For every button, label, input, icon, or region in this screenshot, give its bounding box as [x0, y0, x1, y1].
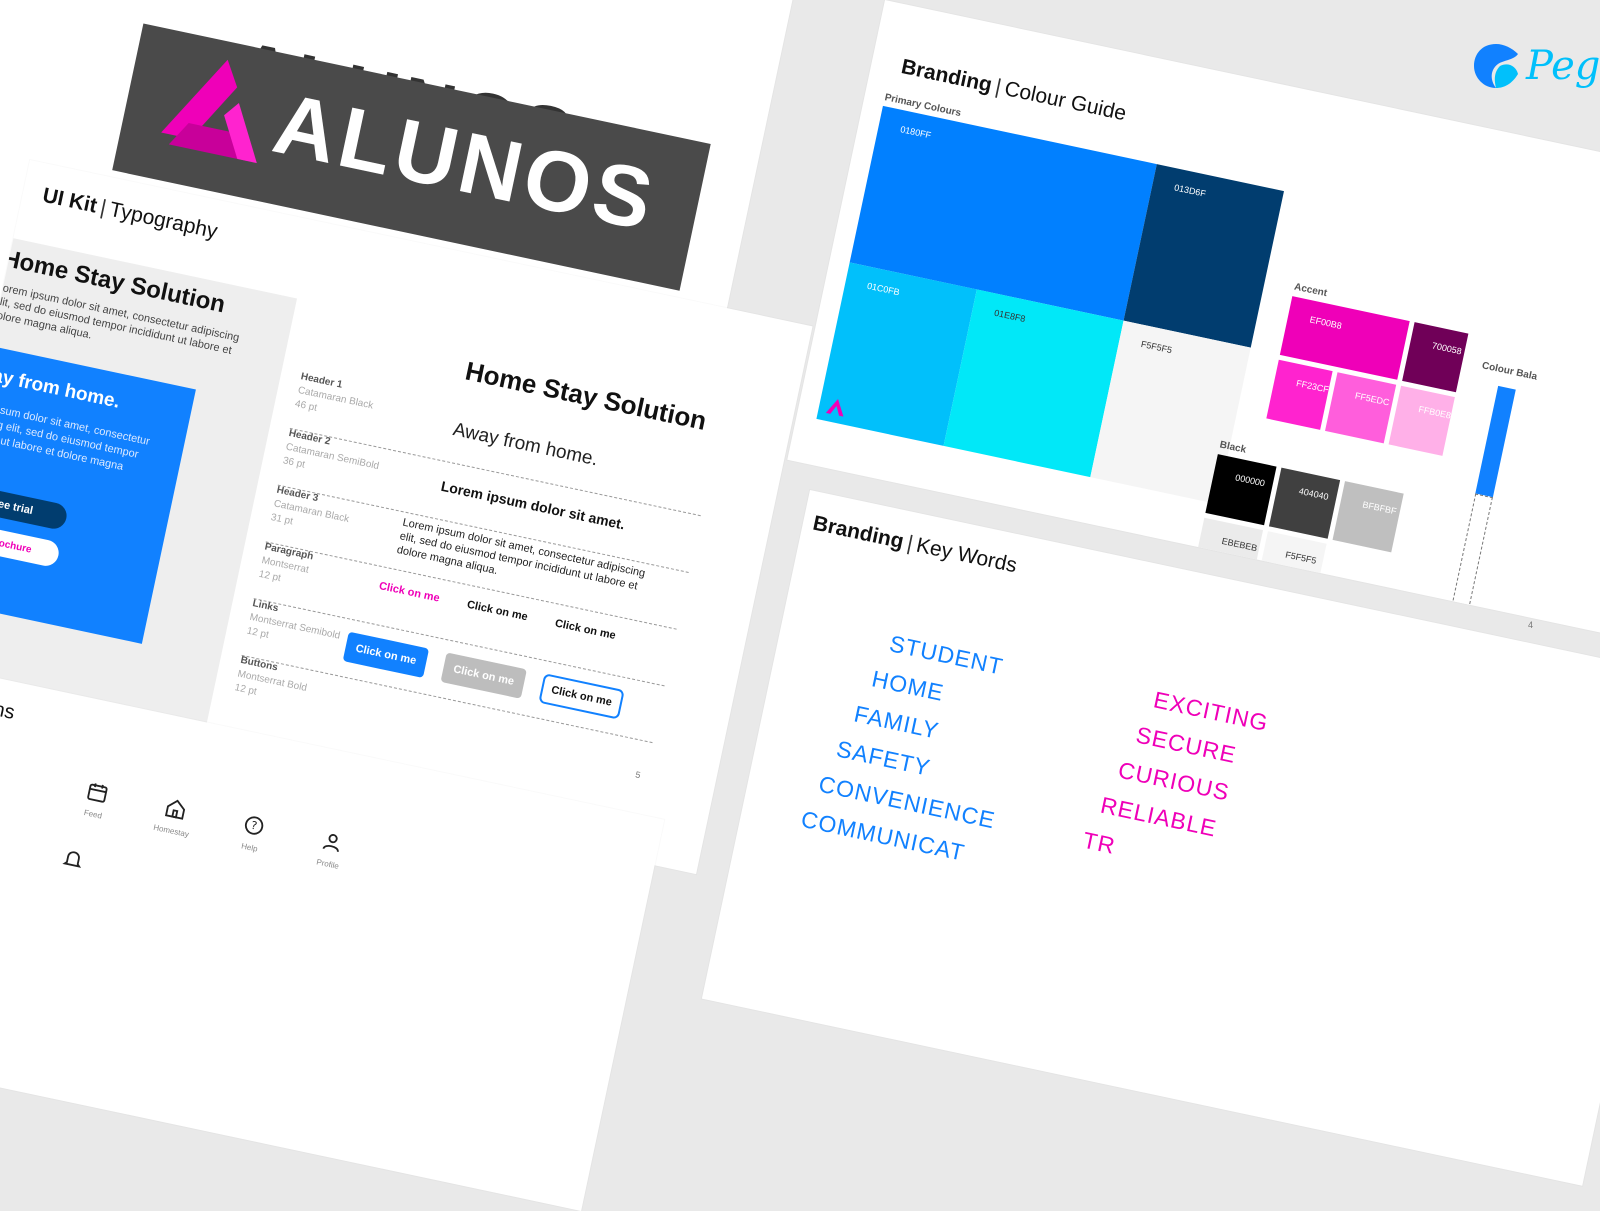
swatch-code: 000000	[1234, 472, 1266, 489]
hero-card-text: Lorem ipsum dolor sit amet, consectetur …	[0, 395, 151, 473]
title-sub: Colour Guide	[1002, 77, 1129, 126]
swatch-code: F5F5F5	[1284, 549, 1318, 566]
title-separator: |	[98, 195, 109, 220]
swatch-code: FF23CF	[1295, 378, 1330, 395]
calendar-icon	[87, 783, 108, 803]
colour-balance-label: Colour Bala	[1480, 360, 1539, 383]
home-icon	[164, 799, 186, 820]
keyword: HOME	[869, 665, 947, 706]
bell-icon	[62, 851, 82, 868]
pegasus-brand: Peg	[1470, 40, 1600, 92]
nav-label: Feed	[83, 807, 103, 821]
page-number: 4	[1528, 620, 1534, 630]
title-bold: Branding	[899, 55, 995, 97]
title-separator: |	[993, 75, 1004, 99]
keyword: FAMILY	[851, 700, 942, 744]
swatch-code: 01C0FB	[866, 280, 901, 298]
swatch-code: BFBFBF	[1361, 499, 1398, 517]
svg-text:?: ?	[250, 819, 259, 833]
profile-icon	[322, 834, 339, 852]
keyword: TR	[1080, 826, 1118, 859]
nav-item-feed[interactable]: Feed	[63, 775, 130, 825]
style-size: 31 pt	[269, 512, 294, 528]
title-sub: Typography	[107, 197, 220, 244]
help-icon: ?	[244, 816, 264, 835]
nav-item-homestay[interactable]: Homestay	[141, 792, 208, 842]
nav-label: Homestay	[152, 822, 190, 840]
slide-title: Branding|Key Words	[811, 512, 1019, 579]
title-sub: Key Words	[914, 533, 1020, 578]
swatch-code: FF5EDC	[1354, 390, 1391, 408]
nav-label: Help	[240, 841, 259, 854]
pegasus-logo-icon	[1474, 44, 1518, 88]
alunos-small-logo-icon	[825, 398, 844, 417]
swatch-code: 0180FF	[899, 124, 932, 141]
title-separator: |	[904, 531, 916, 556]
nav-label: Profile	[315, 857, 340, 871]
pegasus-wordmark: Peg	[1526, 43, 1600, 89]
title-bold: Branding	[810, 511, 906, 554]
nav-item-profile[interactable]: Profile	[297, 825, 364, 875]
balance-bar-blue	[1475, 385, 1516, 498]
swatch-ffb0e8: FFB0E8	[1388, 385, 1455, 456]
swatch-404040: 404040	[1268, 467, 1341, 539]
balance-bar-neutral	[1437, 493, 1493, 647]
title-bold: UI Kit	[40, 183, 100, 218]
swatch-ff5edc: FF5EDC	[1325, 372, 1397, 444]
swatch-ff23cf: FF23CF	[1266, 359, 1333, 430]
nav-item-help[interactable]: ? Help	[219, 809, 286, 859]
swatch-bfbfbf: BFBFBF	[1332, 481, 1404, 553]
style-size: 36 pt	[281, 455, 306, 471]
swatch-code: 01E8F8	[993, 307, 1027, 325]
style-size: 12 pt	[257, 568, 282, 585]
swatch-code: 404040	[1297, 485, 1330, 502]
swatch-code: 700058	[1431, 340, 1463, 357]
swatch-700058: 700058	[1402, 322, 1469, 393]
start-free-trial-button[interactable]: Start free trial	[0, 476, 69, 532]
style-size: 12 pt	[245, 625, 270, 641]
swatch-code: F5F5F5	[1140, 338, 1173, 356]
style-size: 12 pt	[233, 682, 258, 698]
nav-item-notifications[interactable]	[41, 842, 105, 881]
style-size: 46 pt	[293, 398, 318, 414]
swatch-000000: 000000	[1205, 454, 1277, 526]
swatch-code: 013D6F	[1173, 182, 1207, 199]
swatch-code: FFB0E8	[1417, 403, 1452, 421]
alunos-logo-icon	[161, 59, 257, 164]
swatch-code: EBEBEB	[1220, 535, 1259, 554]
swatch-code: EF00B8	[1308, 314, 1343, 331]
slide-title-fragment: ons	[0, 695, 17, 725]
keyword: SAFETY	[834, 735, 933, 781]
